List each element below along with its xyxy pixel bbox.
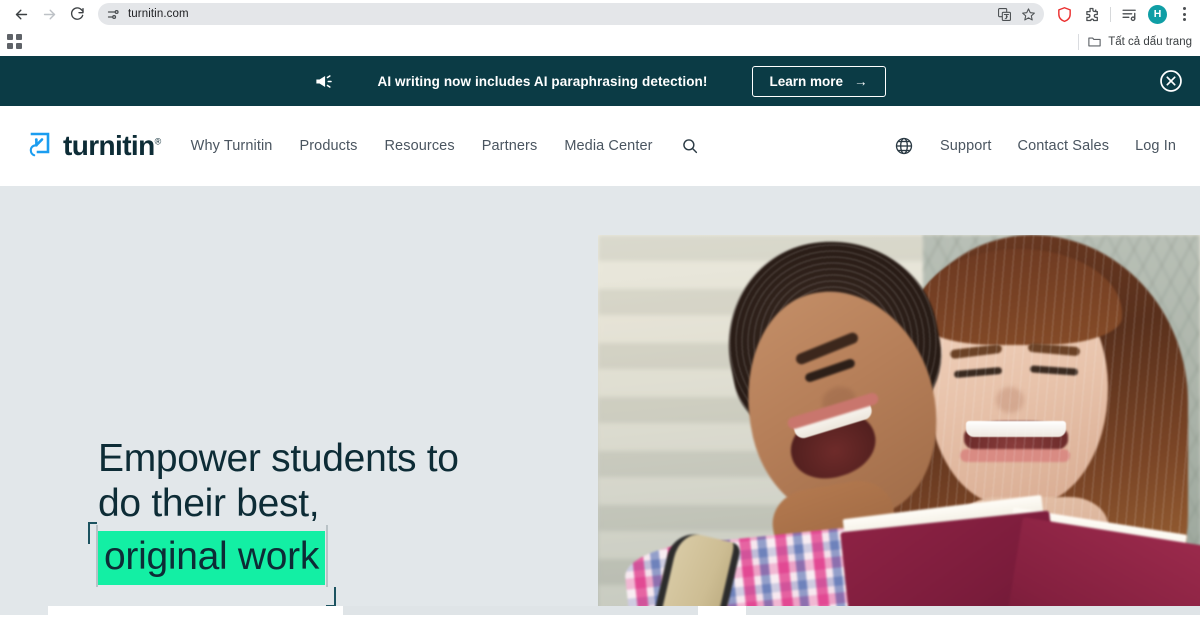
- promo-banner-content: AI writing now includes AI paraphrasing …: [314, 65, 886, 97]
- omnibox-actions: [997, 7, 1038, 22]
- nav-link-support[interactable]: Support: [940, 138, 992, 154]
- page-title: Empower students to do their best, origi…: [88, 436, 459, 607]
- site-settings-icon[interactable]: [106, 7, 121, 22]
- headline-line-2: do their best,: [98, 482, 320, 525]
- all-bookmarks-label: Tất cả dấu trang: [1108, 35, 1192, 48]
- below-fold-card-2[interactable]: [343, 606, 698, 615]
- learn-more-button[interactable]: Learn more →: [751, 65, 886, 97]
- brave-shield-icon[interactable]: [1056, 6, 1073, 23]
- reload-button[interactable]: [64, 1, 90, 27]
- profile-avatar[interactable]: H: [1148, 4, 1167, 24]
- headline-highlight: original work: [98, 531, 326, 585]
- nav-link-contact-sales[interactable]: Contact Sales: [1018, 138, 1110, 154]
- nav-link-products[interactable]: Products: [299, 138, 357, 154]
- apps-grid-icon[interactable]: [7, 34, 22, 49]
- nav-link-partners[interactable]: Partners: [482, 138, 538, 154]
- headline-line-1: Empower students to: [98, 437, 459, 480]
- selection-rule-right: [326, 525, 329, 587]
- selection-handle-top-left[interactable]: [88, 522, 97, 544]
- bookmarks-divider: [1078, 33, 1080, 50]
- learn-more-label: Learn more: [769, 73, 844, 89]
- brand-name-text: turnitin: [63, 130, 155, 161]
- apps-grid-cell: [16, 43, 22, 49]
- selection-handle-bottom-right[interactable]: [326, 587, 337, 607]
- reload-icon: [70, 7, 84, 20]
- browser-menu-button[interactable]: [1177, 7, 1192, 21]
- apps-grid-cell: [7, 43, 13, 49]
- folder-icon: [1088, 37, 1101, 47]
- site-header: turnitin® Why Turnitin Products Resource…: [0, 106, 1200, 186]
- all-bookmarks-button[interactable]: Tất cả dấu trang: [1087, 34, 1192, 49]
- turnitin-logo-icon: [29, 132, 50, 157]
- promo-message: AI writing now includes AI paraphrasing …: [377, 73, 708, 89]
- headline-highlight-wrap: original work: [88, 522, 337, 607]
- url-text: turnitin.com: [128, 8, 189, 20]
- forward-button[interactable]: [36, 1, 62, 27]
- translate-icon[interactable]: [997, 7, 1012, 22]
- megaphone-icon: [316, 74, 333, 88]
- apps-grid-cell: [16, 34, 22, 40]
- below-fold-card-1[interactable]: [48, 606, 343, 615]
- below-fold-gap: [0, 606, 48, 615]
- address-bar[interactable]: turnitin.com: [98, 3, 1044, 25]
- close-banner-button[interactable]: [1158, 68, 1184, 94]
- nav-link-log-in[interactable]: Log In: [1135, 138, 1176, 154]
- apps-grid-cell: [7, 34, 13, 40]
- globe-icon[interactable]: [894, 136, 914, 156]
- promo-banner: AI writing now includes AI paraphrasing …: [0, 56, 1200, 106]
- hero-section: Empower students to do their best, origi…: [0, 186, 1200, 615]
- reading-list-icon[interactable]: [1121, 6, 1138, 23]
- primary-nav: Why Turnitin Products Resources Partners…: [191, 138, 653, 154]
- brand-trademark: ®: [154, 136, 162, 147]
- bookmarks-bar: Tất cả dấu trang: [0, 28, 1200, 56]
- browser-toolbar: turnitin.com H: [0, 0, 1200, 28]
- extensions-puzzle-icon[interactable]: [1083, 6, 1100, 23]
- bookmark-star-icon[interactable]: [1021, 7, 1036, 22]
- below-fold-peek: [0, 606, 1200, 615]
- below-fold-card-3[interactable]: [698, 606, 746, 615]
- forward-arrow-icon: [43, 9, 55, 19]
- below-fold-strip: [746, 606, 1200, 615]
- browser-actions: H: [1046, 4, 1192, 24]
- brand-name: turnitin®: [63, 130, 161, 162]
- back-button[interactable]: [8, 1, 34, 27]
- toolbar-divider: [1110, 6, 1111, 22]
- close-circle-icon: [1160, 70, 1182, 92]
- arrow-right-icon: →: [854, 73, 868, 89]
- kebab-dot: [1183, 7, 1186, 10]
- kebab-dot: [1183, 18, 1186, 21]
- search-icon[interactable]: [681, 137, 699, 155]
- bookmarks-bar-right: Tất cả dấu trang: [1078, 33, 1192, 50]
- back-arrow-icon: [15, 9, 27, 19]
- nav-link-why-turnitin[interactable]: Why Turnitin: [191, 138, 273, 154]
- kebab-dot: [1183, 12, 1186, 16]
- hero-image: [598, 235, 1200, 615]
- nav-link-resources[interactable]: Resources: [384, 138, 454, 154]
- turnitin-logo-link[interactable]: turnitin®: [22, 130, 161, 162]
- secondary-nav: Support Contact Sales Log In: [894, 136, 1176, 156]
- nav-link-media-center[interactable]: Media Center: [564, 138, 652, 154]
